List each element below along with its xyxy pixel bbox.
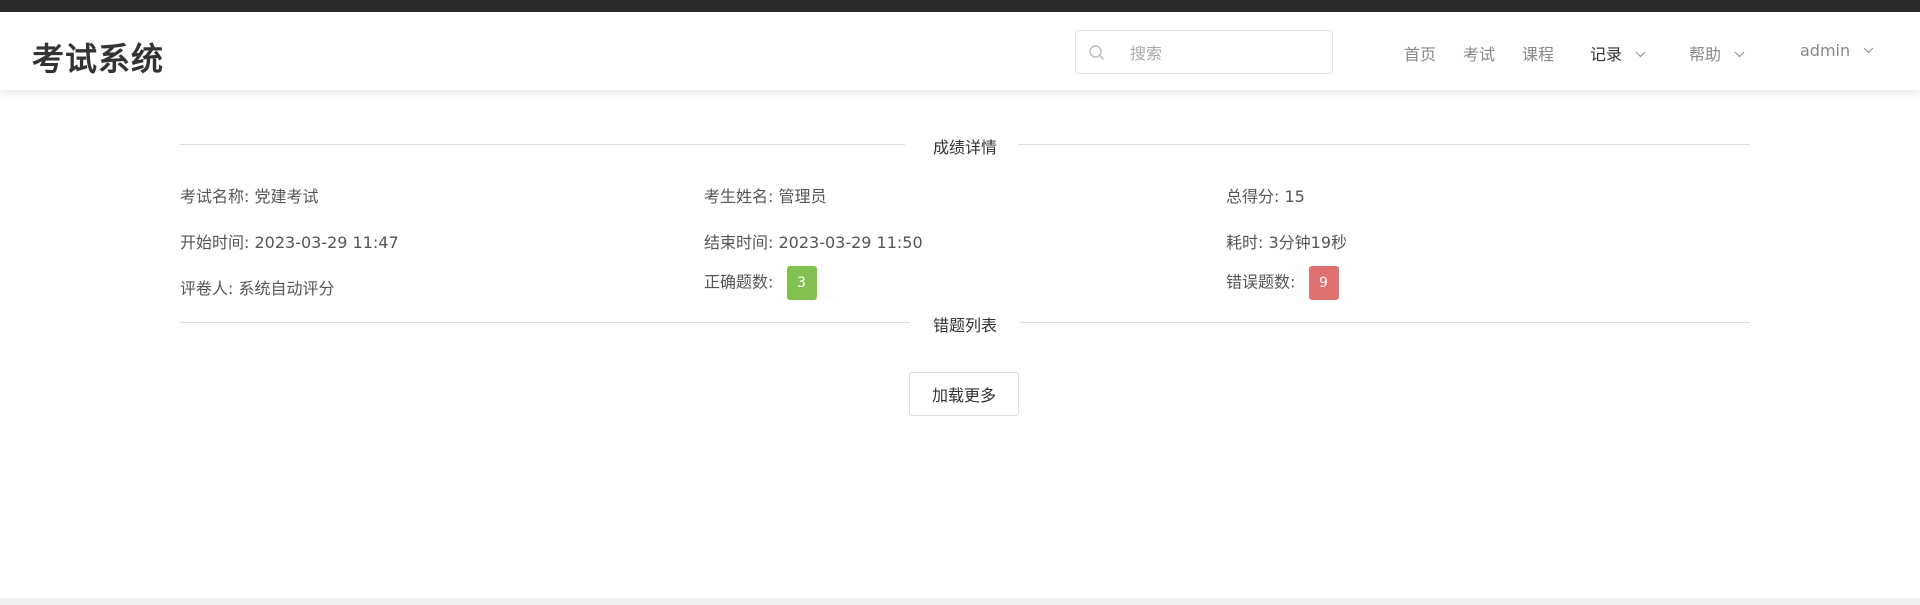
search-box[interactable]	[1075, 30, 1333, 74]
nav-course-label: 课程	[1522, 45, 1555, 64]
divider-line	[1020, 322, 1750, 323]
app-window: 考试系统 首页 考试 课程 记录 帮助	[0, 12, 1920, 598]
correct-count-label: 正确题数:	[704, 272, 774, 292]
nav-records-label: 记录	[1590, 45, 1623, 64]
total-score: 总得分: 15	[1226, 187, 1305, 206]
nav-course[interactable]: 课程	[1522, 41, 1554, 65]
end-time: 结束时间: 2023-03-29 11:50	[704, 233, 923, 252]
score-detail-title: 成绩详情	[932, 138, 997, 157]
search-input[interactable]	[1128, 39, 1322, 67]
nav-home[interactable]: 首页	[1404, 41, 1436, 65]
wrong-count-label: 错误题数:	[1226, 272, 1296, 292]
duration: 耗时: 3分钟19秒	[1226, 233, 1348, 252]
user-name: admin	[1800, 41, 1851, 60]
chevron-down-icon	[1734, 51, 1745, 58]
chevron-down-icon	[1635, 51, 1646, 58]
chevron-down-icon	[1863, 47, 1874, 54]
nav-home-label: 首页	[1404, 45, 1437, 64]
wrong-list-divider: 错题列表	[180, 312, 1750, 335]
wrong-count-badge: 9	[1308, 266, 1339, 300]
nav-exam-label: 考试	[1463, 45, 1496, 64]
examinee-name: 考生姓名: 管理员	[704, 187, 827, 206]
correct-count-badge: 3	[786, 266, 817, 300]
start-time: 开始时间: 2023-03-29 11:47	[180, 233, 399, 252]
nav-help-label: 帮助	[1689, 45, 1722, 64]
divider-line	[1018, 144, 1750, 145]
nav-user-menu[interactable]: admin	[1800, 41, 1874, 60]
exam-name: 考试名称: 党建考试	[180, 187, 319, 206]
nav-records[interactable]: 记录	[1590, 41, 1646, 65]
grader: 评卷人: 系统自动评分	[180, 279, 335, 298]
window-top-bar	[0, 0, 1920, 12]
search-icon	[1089, 45, 1104, 60]
wrong-count-row: 错误题数: 9	[1226, 266, 1339, 300]
nav-help[interactable]: 帮助	[1689, 41, 1745, 65]
correct-count-row: 正确题数: 3	[704, 266, 817, 300]
score-detail-divider: 成绩详情	[180, 134, 1750, 157]
wrong-list-title: 错题列表	[932, 316, 997, 335]
app-logo: 考试系统	[32, 40, 165, 78]
load-more-button[interactable]: 加载更多	[909, 372, 1019, 416]
header: 考试系统 首页 考试 课程 记录 帮助	[0, 12, 1920, 90]
nav-exam[interactable]: 考试	[1463, 41, 1495, 65]
